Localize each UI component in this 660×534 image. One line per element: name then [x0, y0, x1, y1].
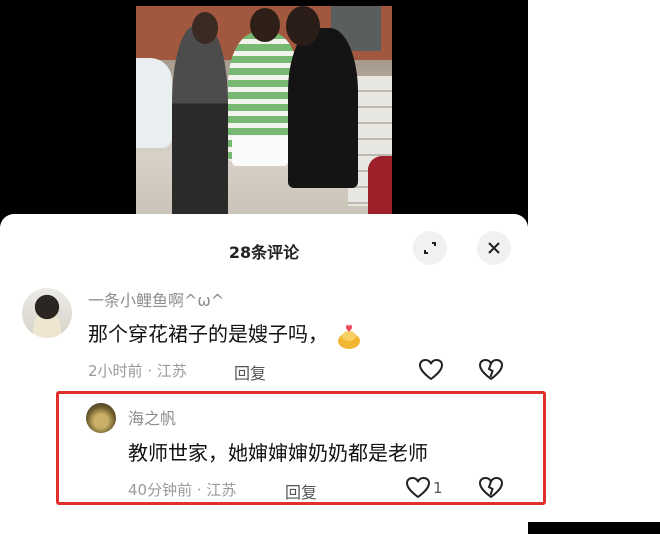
video-head-middle	[250, 8, 280, 42]
avatar[interactable]	[86, 403, 116, 433]
heart-icon[interactable]	[405, 476, 431, 500]
video-person-right	[288, 28, 358, 188]
video-head-left	[192, 12, 218, 44]
video-thumbnail[interactable]	[136, 6, 392, 220]
comment-meta: 40分钟前 · 江苏	[128, 481, 237, 499]
reply-button[interactable]: 回复	[285, 479, 317, 503]
close-button[interactable]	[477, 231, 511, 265]
like-count: 1	[433, 479, 443, 497]
video-person-edge	[368, 156, 392, 220]
avatar[interactable]	[22, 288, 72, 338]
comment-username[interactable]: 一条小鲤鱼啊^ω^	[88, 287, 224, 311]
comment-username[interactable]: 海之帆	[128, 405, 176, 429]
broken-heart-icon[interactable]	[478, 476, 504, 500]
comments-panel: 28条评论 一条小鲤鱼啊^ω^ 那个穿花裙子的是嫂子吗， 2小时前 · 江苏 回…	[0, 214, 546, 534]
broken-heart-icon[interactable]	[478, 358, 504, 382]
gold-ingot-sticker-icon	[338, 324, 360, 349]
comment-text-content: 那个穿花裙子的是嫂子吗，	[88, 322, 328, 346]
comment-text: 那个穿花裙子的是嫂子吗，	[88, 318, 362, 351]
video-head-right	[286, 6, 320, 46]
reply-button[interactable]: 回复	[234, 360, 266, 384]
heart-icon[interactable]	[418, 358, 444, 382]
comment-time: 40分钟前	[128, 481, 193, 499]
video-person-middle-shorts	[232, 136, 288, 166]
comment-meta: 2小时前 · 江苏	[88, 362, 187, 380]
comment-location: 江苏	[206, 481, 237, 499]
video-bg-car	[136, 58, 172, 148]
video-person-left	[172, 26, 228, 220]
comment-time: 2小时前	[88, 362, 143, 380]
close-icon	[488, 242, 500, 254]
expand-icon	[424, 242, 436, 254]
comments-count-title: 28条评论	[228, 243, 300, 262]
comment-text: 教师世家，她婶婶婶奶奶都是老师	[128, 441, 428, 465]
expand-button[interactable]	[413, 231, 447, 265]
comment-location: 江苏	[156, 362, 187, 380]
background-strip	[528, 0, 660, 522]
